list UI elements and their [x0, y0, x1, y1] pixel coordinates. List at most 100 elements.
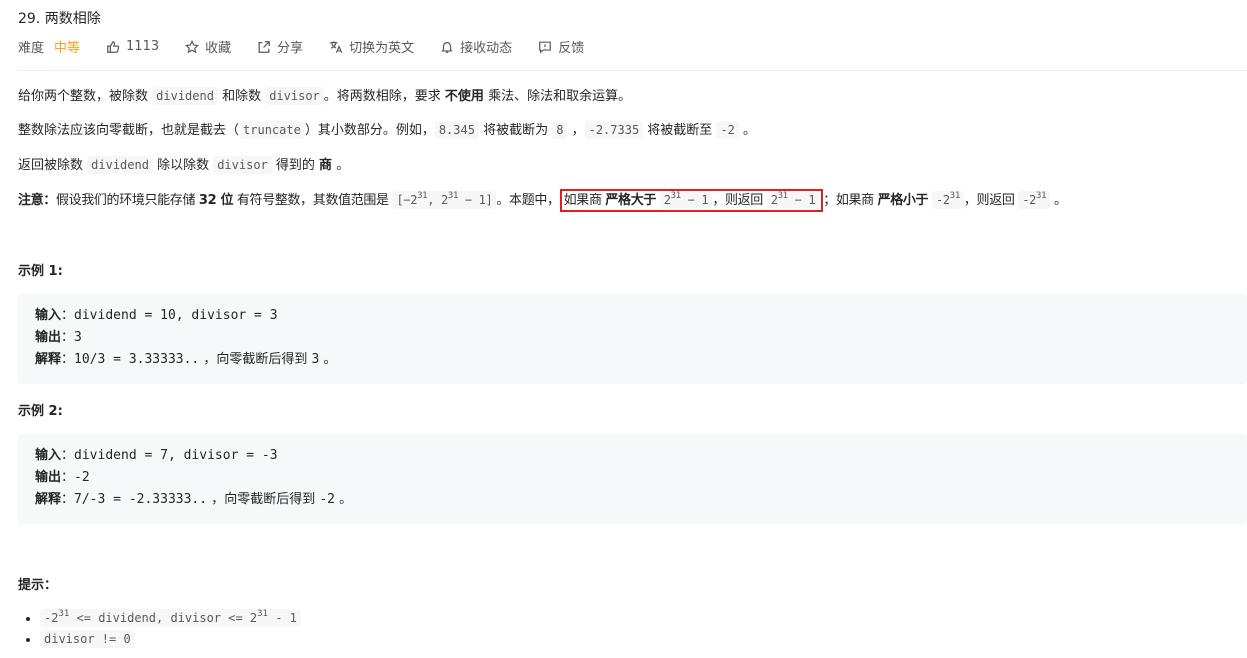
subscribe-label: 接收动态: [460, 41, 513, 56]
feedback-label: 反馈: [558, 41, 585, 56]
text: 将被截断为: [478, 123, 553, 138]
bold-text: 严格小于: [877, 193, 929, 208]
input-value: dividend = 7, divisor = -3: [74, 448, 278, 463]
text: 给你两个整数，被除数: [18, 89, 153, 104]
explain-label: 解释: [35, 492, 62, 507]
explain-end: 。: [335, 492, 353, 507]
text: 返回被除数: [18, 158, 88, 173]
text: ）其小数部分。例如，: [304, 123, 435, 138]
bell-icon: [441, 41, 453, 53]
inline-code: divisor != 0: [40, 630, 135, 648]
superscript: 31: [1036, 191, 1047, 201]
share-label: 分享: [277, 41, 304, 56]
text: 得到的: [271, 158, 320, 173]
inline-code: -2: [716, 121, 739, 139]
explain-text: ，向零截断后得到: [207, 492, 320, 507]
output-value: 3: [74, 330, 82, 345]
text: [−2: [396, 193, 418, 207]
example-2-block: 输入：dividend = 7, divisor = -3 输出：-2 解释：7…: [18, 434, 1247, 524]
inline-code: 231 − 1: [766, 191, 820, 209]
inline-code: -231 <= dividend, divisor <= 231 - 1: [40, 609, 301, 627]
share-button[interactable]: 分享: [257, 37, 303, 56]
explain-label: 解释: [35, 352, 62, 367]
inline-code-range: [−231, 231 − 1]: [392, 191, 497, 209]
text: 乘法、除法和取余运算。: [483, 89, 632, 104]
difficulty-label: 难度: [18, 41, 45, 56]
text: <= dividend, divisor <= 2: [69, 611, 258, 625]
note-label: 注意：: [18, 193, 56, 208]
example-explain-line: 解释：10/3 = 3.33333.. ，向零截断后得到 3 。: [35, 352, 337, 367]
text: 2: [663, 193, 671, 207]
description-paragraph-2: 整数除法应该向零截断，也就是截去（ truncate ）其小数部分。例如， 8.345…: [18, 120, 756, 141]
feedback-button[interactable]: 反馈: [538, 37, 584, 56]
input-label: 输入: [35, 448, 62, 463]
explain-value: 7/-3 = -2.33333..: [74, 492, 208, 507]
highlight-box: 如果商 严格大于 231 − 1 ，则返回 231 − 1: [559, 189, 824, 212]
text: − 1: [787, 193, 816, 207]
text: 。将两数相除，要求: [323, 89, 445, 104]
text: -2: [1022, 193, 1037, 207]
text: ，则返回: [963, 193, 1019, 208]
inline-code: dividend: [87, 156, 153, 174]
text: 如果商: [563, 193, 606, 208]
problem-meta-bar: 难度 中等 1113 收藏 分享 切换为英文 接收动态 反馈: [18, 37, 610, 56]
like-count: 1113: [126, 39, 160, 54]
example-output-line: 输出：-2: [35, 470, 90, 485]
output-value: -2: [74, 470, 90, 485]
bold-text: 严格大于: [605, 193, 656, 208]
text: 。: [1050, 193, 1067, 208]
text: 假设我们的环境只能存储: [55, 193, 199, 208]
description-paragraph-3: 返回被除数 dividend 除以除数 divisor 得到的 商 。: [18, 155, 349, 176]
text: ，: [567, 123, 585, 138]
bold-text: 不使用: [444, 89, 484, 104]
text: -2: [936, 193, 950, 207]
superscript: 31: [777, 191, 788, 201]
explain-result: -2: [319, 492, 336, 507]
inline-code: 8: [552, 121, 568, 139]
output-label: 输出: [35, 330, 62, 345]
text: 除以除数: [152, 158, 214, 173]
text: -2: [44, 611, 59, 625]
example-input-line: 输入：dividend = 7, divisor = -3: [35, 448, 278, 463]
feedback-icon: [539, 41, 552, 54]
text: 将被截断至: [643, 123, 717, 138]
switch-language-button[interactable]: 切换为英文: [329, 37, 414, 56]
text: ，则返回: [712, 193, 767, 208]
switch-language-label: 切换为英文: [349, 41, 415, 56]
bold-text: 商: [319, 158, 333, 173]
favorite-button[interactable]: 收藏: [185, 37, 231, 56]
superscript: 31: [58, 609, 70, 619]
text: 整数除法应该向零截断，也就是截去（: [18, 123, 240, 138]
superscript: 31: [257, 609, 268, 619]
text: − 1]: [458, 193, 493, 207]
text: 有符号整数，其数值范围是: [233, 193, 393, 208]
like-button[interactable]: 1113: [106, 39, 159, 54]
inline-code: -231: [932, 191, 964, 209]
meta-divider: [18, 70, 1247, 71]
description-note: 注意：假设我们的环境只能存储 32 位 有符号整数，其数值范围是 [−231, …: [18, 189, 1067, 212]
inline-code: divisor: [265, 87, 324, 105]
inline-code: truncate: [239, 121, 305, 139]
superscript: 31: [417, 191, 428, 201]
problem-title: 29. 两数相除: [18, 11, 101, 27]
inline-code: divisor: [213, 156, 272, 174]
input-label: 输入: [35, 308, 62, 323]
description-paragraph-1: 给你两个整数，被除数 dividend 和除数 divisor 。将两数相除，要求…: [18, 86, 631, 107]
text: 和除数: [217, 89, 266, 104]
text: 2: [770, 193, 778, 207]
inline-code: -2.7335: [584, 121, 644, 139]
text: 。本题中，: [496, 193, 560, 208]
output-label: 输出: [35, 470, 62, 485]
share-icon: [258, 40, 271, 53]
difficulty-value: 中等: [54, 41, 81, 56]
subscribe-button[interactable]: 接收动态: [440, 37, 512, 56]
example-2-heading: 示例 2:: [18, 404, 63, 419]
explain-text: ，向零截断后得到: [199, 352, 312, 367]
explain-end: 。: [319, 352, 337, 367]
thumbs-up-icon: [107, 40, 120, 53]
example-explain-line: 解释：7/-3 = -2.33333.. ，向零截断后得到 -2 。: [35, 492, 353, 507]
text: , 2: [427, 193, 448, 207]
hints-heading: 提示：: [18, 578, 58, 593]
hint-item: divisor != 0: [40, 629, 301, 650]
example-1-heading: 示例 1:: [18, 264, 63, 279]
